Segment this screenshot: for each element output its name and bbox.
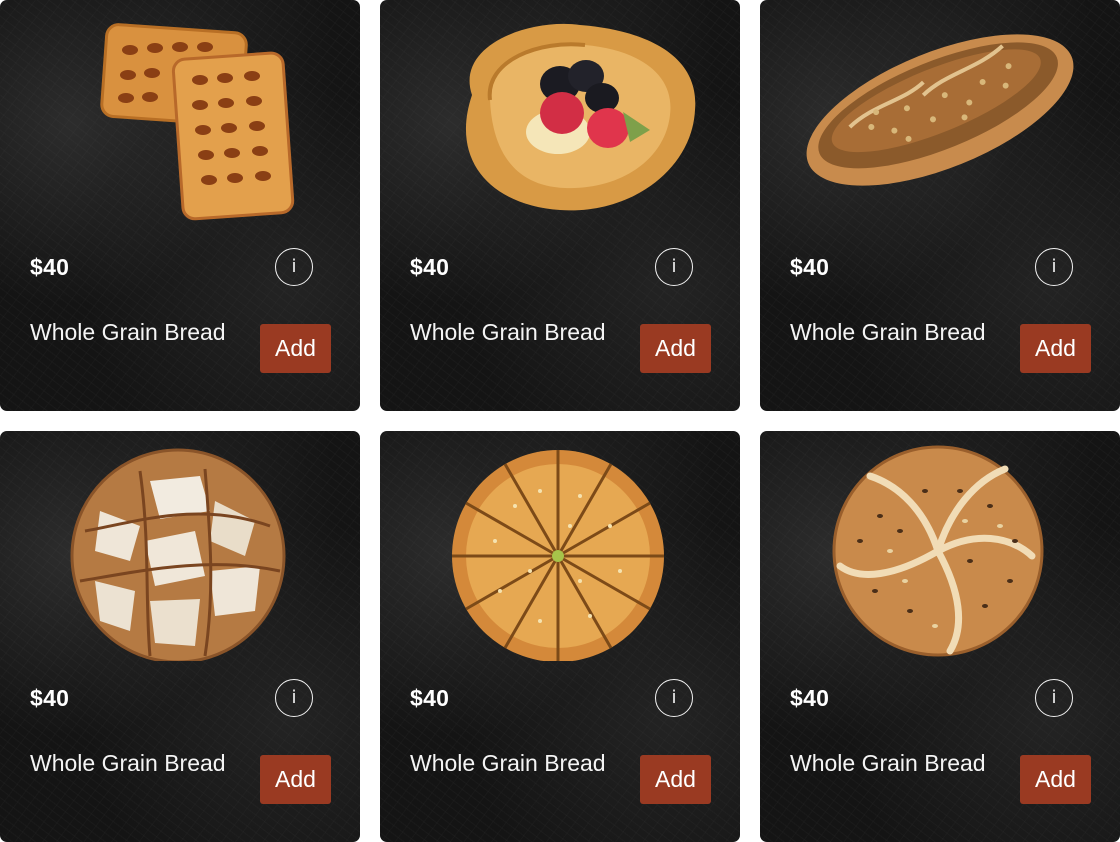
- add-button[interactable]: Add: [640, 324, 711, 373]
- info-button[interactable]: i: [1035, 248, 1073, 286]
- info-button[interactable]: i: [1035, 679, 1073, 717]
- product-card: $40 i Whole Grain Bread Add: [0, 431, 360, 842]
- add-button[interactable]: Add: [260, 755, 331, 804]
- product-name: Whole Grain Bread: [410, 319, 606, 345]
- product-price: $40: [790, 254, 830, 280]
- sliced-pie-image: [452, 450, 664, 661]
- kaiser-roll-image: [832, 445, 1044, 657]
- info-button[interactable]: i: [275, 679, 313, 717]
- seeded-baguette-image: [806, 34, 1074, 186]
- product-price: $40: [790, 685, 830, 711]
- lattice-danish-image: [100, 23, 295, 221]
- product-card: $40 i Whole Grain Bread Add: [380, 431, 740, 842]
- product-grid: $40 i Whole Grain Bread Add $40 i Whole …: [0, 0, 1120, 842]
- product-price: $40: [30, 685, 70, 711]
- product-name: Whole Grain Bread: [790, 750, 986, 776]
- add-button[interactable]: Add: [640, 755, 711, 804]
- product-name: Whole Grain Bread: [30, 319, 226, 345]
- berry-danish-image: [465, 23, 696, 211]
- info-button[interactable]: i: [275, 248, 313, 286]
- product-name: Whole Grain Bread: [790, 319, 986, 345]
- product-name: Whole Grain Bread: [410, 750, 606, 776]
- add-button[interactable]: Add: [1020, 755, 1091, 804]
- product-price: $40: [30, 254, 70, 280]
- product-card: $40 i Whole Grain Bread Add: [760, 431, 1120, 842]
- product-price: $40: [410, 254, 450, 280]
- add-button[interactable]: Add: [260, 324, 331, 373]
- product-price: $40: [410, 685, 450, 711]
- product-name: Whole Grain Bread: [30, 750, 226, 776]
- info-button[interactable]: i: [655, 679, 693, 717]
- product-card: $40 i Whole Grain Bread Add: [0, 0, 360, 411]
- product-card: $40 i Whole Grain Bread Add: [380, 0, 740, 411]
- product-card: $40 i Whole Grain Bread Add: [760, 0, 1120, 411]
- info-button[interactable]: i: [655, 248, 693, 286]
- add-button[interactable]: Add: [1020, 324, 1091, 373]
- rustic-loaf-image: [70, 448, 286, 661]
